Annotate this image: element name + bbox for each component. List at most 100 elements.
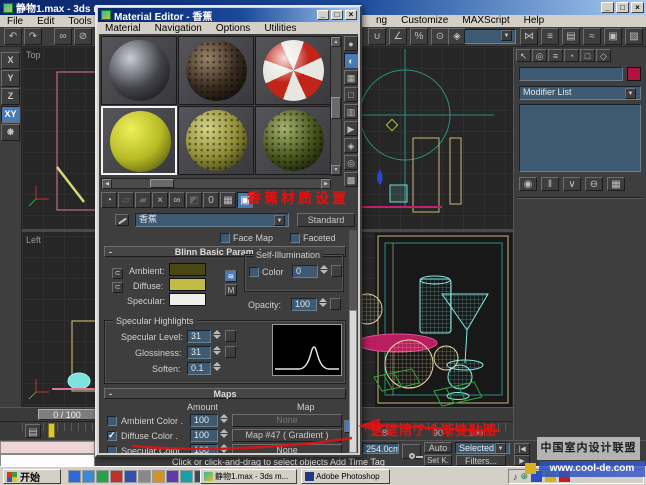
self-illum-map-button[interactable] [331,265,342,277]
diffuse-color-swatch[interactable] [169,278,206,291]
percent-snap-icon[interactable]: % [410,28,428,45]
taskbar-item-photoshop[interactable]: Adobe Photoshop [301,469,390,484]
minimize-icon[interactable]: _ [317,10,329,20]
material-map-navigator-icon[interactable]: ▩ [344,172,358,187]
quick-launch-icon[interactable] [96,470,109,483]
menu-utilities[interactable]: Utilities [257,23,303,34]
ambient-amount-field[interactable]: 100 [190,414,218,427]
unlink-selection-icon[interactable]: ⊘ [74,28,92,45]
make-preview-icon[interactable]: ▶ [344,121,358,136]
specular-level-field[interactable]: 31 [187,330,211,343]
sample-slot[interactable] [255,36,331,105]
object-color-swatch[interactable] [627,67,641,81]
glossiness-map-button[interactable] [225,346,236,358]
select-by-material-icon[interactable]: ◎ [344,155,358,170]
ambient-amount-spinner[interactable] [220,414,228,423]
self-illum-value-field[interactable]: 0 [292,265,318,278]
menu-edit[interactable]: Edit [30,16,61,27]
menu-tools[interactable]: Tools [61,16,98,27]
glossiness-spinner[interactable] [213,346,221,355]
diffuse-color-map-checkbox[interactable] [107,431,117,441]
align-icon[interactable]: ≡ [541,28,559,45]
menu-help[interactable]: Help [517,15,552,26]
start-button[interactable]: 开始 [3,469,61,484]
show-map-in-viewport-icon[interactable]: ▦ [220,192,236,208]
soften-field[interactable]: 0.1 [187,362,211,375]
quick-launch-icon[interactable] [110,470,123,483]
utilities-tab-icon[interactable]: ◇ [596,49,611,62]
sample-type-icon[interactable]: ● [344,36,358,51]
quick-launch-icon[interactable] [82,470,95,483]
sample-slot[interactable] [255,106,331,175]
auto-key-button[interactable]: Auto [424,442,452,453]
opacity-map-button[interactable] [330,298,341,310]
chevron-down-icon[interactable]: ▼ [495,443,506,454]
material-name-dropdown[interactable]: 香蕉 ▼ [135,213,289,227]
make-unique-icon[interactable]: ∨ [563,177,581,191]
material-editor-titlebar[interactable]: Material Editor - 香蕉 _ □ × [98,8,359,22]
pin-stack-icon[interactable]: ◉ [519,177,537,191]
curve-editor-icon[interactable]: ≈ [583,28,601,45]
close-icon[interactable]: × [345,10,357,20]
menu-customize[interactable]: Customize [394,15,455,26]
pick-material-eyedropper-icon[interactable] [115,214,129,226]
parameters-scrollbar[interactable] [349,230,357,453]
scrollbar-thumb[interactable] [349,310,357,453]
quick-launch-icon[interactable] [152,470,165,483]
quick-launch-icon[interactable] [138,470,151,483]
redo-icon[interactable]: ↷ [24,28,42,45]
maximize-icon[interactable]: □ [331,10,343,20]
rollout-maps[interactable]: -Maps [104,388,346,399]
modify-tab-icon[interactable]: ◎ [532,49,547,62]
render-setup-icon[interactable]: ▨ [625,28,643,45]
volume-icon[interactable]: ♪ [513,472,518,482]
self-illum-color-checkbox[interactable] [249,267,259,277]
modifier-list-dropdown[interactable]: Modifier List ▼ [519,86,641,100]
restrict-x-button[interactable]: X [1,52,20,69]
taskbar-item-3dsmax[interactable]: 静物1.max - 3ds m... [200,469,297,484]
put-to-library-icon[interactable]: ◩ [186,192,202,208]
glossiness-field[interactable]: 31 [187,346,211,359]
set-key-button[interactable]: Set K. [424,455,452,466]
material-type-button[interactable]: Standard [297,213,355,227]
opacity-spinner[interactable] [319,298,327,307]
close-icon[interactable]: × [631,2,644,13]
scroll-down-icon[interactable]: ▼ [331,165,341,175]
restrict-z-button[interactable]: Z [1,88,20,105]
specular-level-spinner[interactable] [213,330,221,339]
maximize-icon[interactable]: □ [616,2,629,13]
assign-material-to-selection-icon[interactable]: ▰ [135,192,151,208]
key-filters-button[interactable]: Filters... [456,455,506,466]
snaps-use-axis-icon[interactable]: ❋ [1,124,20,141]
sample-slots-vertical-scrollbar[interactable]: ▲ ▼ [330,36,342,176]
sample-slot-active[interactable] [101,106,177,175]
angle-snap-icon[interactable]: ∠ [389,28,407,45]
specular-amount-field[interactable]: 100 [190,444,218,453]
selection-filter-dropdown[interactable]: Selected ▼ [455,442,510,454]
diffuse-map-shortcut-button[interactable]: M [225,284,237,296]
chevron-down-icon[interactable]: ▼ [501,30,512,41]
spinner-snap-icon[interactable]: ⊙ [431,28,449,45]
opacity-value-field[interactable]: 100 [291,298,317,311]
material-id-channel-icon[interactable]: 0 [203,192,219,208]
lock-ambient-diffuse-icon[interactable]: ⊂ [112,268,123,279]
mirror-icon[interactable]: ⋈ [520,28,538,45]
remove-modifier-icon[interactable]: ⊖ [585,177,603,191]
coordinate-display[interactable]: 254.0cm [362,443,399,454]
get-material-icon[interactable]: ◔ [101,192,117,208]
backlight-icon[interactable]: ◐ [344,53,358,68]
go-to-start-icon[interactable]: |◀ [514,443,530,455]
sample-slot[interactable] [178,106,254,175]
make-material-copy-icon[interactable]: ∞ [169,192,185,208]
show-end-result-icon[interactable]: ‖ [541,177,559,191]
faceted-checkbox[interactable] [290,233,300,243]
schematic-view-icon[interactable]: ▣ [604,28,622,45]
chevron-down-icon[interactable]: ▼ [625,88,636,99]
scrollbar-thumb[interactable] [150,179,174,188]
put-material-to-scene-icon[interactable]: ▱ [118,192,134,208]
restrict-y-button[interactable]: Y [1,70,20,87]
sample-uv-tiling-icon[interactable]: □ [344,87,358,102]
display-tab-icon[interactable]: □ [580,49,595,62]
quick-launch-icon[interactable] [68,470,81,483]
specular-color-swatch[interactable] [169,293,206,306]
